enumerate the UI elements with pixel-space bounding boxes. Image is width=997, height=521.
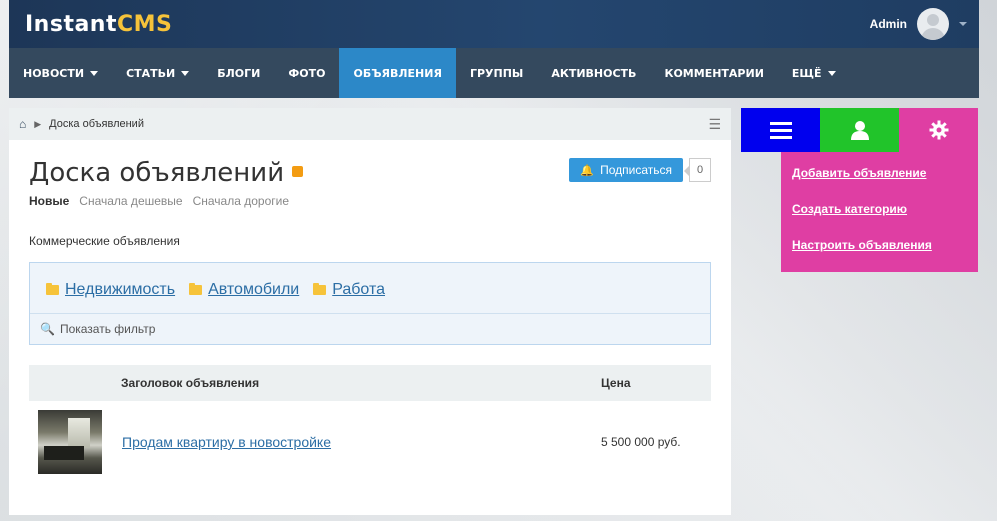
sort-expensive-first[interactable]: Сначала дорогие: [193, 194, 289, 208]
ad-price: 5 500 000 руб.: [601, 435, 681, 449]
nav-item-label: КОММЕНТАРИИ: [664, 66, 764, 80]
nav-item-label: СТАТЬИ: [126, 66, 176, 80]
create-category-link[interactable]: Создать категорию: [781, 196, 978, 232]
breadcrumb-current: Доска объявлений: [49, 118, 144, 130]
user-menu[interactable]: Admin: [870, 8, 967, 40]
sort-cheap-first[interactable]: Сначала дешевые: [79, 194, 182, 208]
categories-box: Недвижимость Автомобили Работа 🔍 Показат…: [29, 262, 711, 345]
page-title: Доска объявлений: [29, 158, 304, 188]
chevron-down-icon: [959, 22, 967, 26]
folder-icon: [313, 283, 327, 295]
nav-item-ads[interactable]: ОБЪЯВЛЕНИЯ: [339, 48, 456, 98]
nav-item-comments[interactable]: КОММЕНТАРИИ: [650, 48, 777, 98]
chevron-down-icon: [90, 70, 99, 76]
show-filter-button[interactable]: 🔍 Показать фильтр: [30, 313, 710, 344]
nav-item-photo[interactable]: ФОТО: [274, 48, 339, 98]
category-label: Автомобили: [208, 281, 300, 298]
logo-text: Instant: [25, 11, 117, 37]
user-name: Admin: [869, 17, 907, 31]
chevron-down-icon: [181, 70, 190, 76]
nav-item-label: ФОТО: [288, 66, 326, 80]
category-label: Работа: [332, 281, 386, 298]
category-real-estate[interactable]: Недвижимость: [46, 281, 175, 299]
logo-text-cms: CMS: [116, 11, 173, 37]
top-bar: InstantCMS Admin: [9, 0, 979, 48]
nav-item-label: АКТИВНОСТЬ: [551, 66, 637, 80]
menu-icon[interactable]: ☰: [708, 116, 721, 133]
nav-item-label: НОВОСТИ: [23, 66, 85, 80]
add-ad-link[interactable]: Добавить объявление: [781, 160, 978, 196]
settings-menu: Добавить объявление Создать категорию На…: [781, 152, 978, 272]
sort-new[interactable]: Новые: [29, 194, 69, 208]
ad-thumbnail[interactable]: [38, 410, 102, 474]
title-row: Доска объявлений 🔔 Подписаться 0: [9, 140, 731, 188]
rss-icon[interactable]: [292, 166, 304, 177]
subscribe-button[interactable]: 🔔 Подписаться: [569, 158, 683, 182]
tab-settings[interactable]: [899, 108, 978, 152]
bell-icon: 🔔: [580, 164, 595, 177]
folder-icon: [46, 283, 59, 295]
hamburger-icon: [769, 121, 792, 139]
breadcrumb: ⌂ ▶ Доска объявлений ☰: [9, 108, 731, 140]
nav-item-more[interactable]: ЕЩЁ: [778, 48, 850, 98]
nav-item-activity[interactable]: АКТИВНОСТЬ: [537, 48, 650, 98]
category-jobs[interactable]: Работа: [313, 281, 385, 299]
tab-menu[interactable]: [741, 108, 820, 152]
site-logo[interactable]: InstantCMS: [25, 12, 172, 37]
site-header: InstantCMS Admin НОВОСТИ СТАТЬИ БЛОГИ ФО…: [9, 0, 979, 98]
categories-list: Недвижимость Автомобили Работа: [30, 263, 710, 313]
chevron-right-icon: ▶: [34, 118, 42, 129]
nav-item-groups[interactable]: ГРУППЫ: [456, 48, 537, 98]
section-label: Коммерческие объявления: [29, 234, 180, 248]
ad-title-link[interactable]: Продам квартиру в новостройке: [102, 434, 601, 450]
nav-item-articles[interactable]: СТАТЬИ: [112, 48, 203, 98]
user-icon: [850, 121, 869, 140]
show-filter-label: Показать фильтр: [59, 322, 156, 336]
nav-item-label: ГРУППЫ: [469, 66, 524, 80]
main-content: ⌂ ▶ Доска объявлений ☰ Доска объявлений …: [9, 108, 731, 515]
search-icon: 🔍: [40, 322, 55, 336]
tab-user[interactable]: [820, 108, 899, 152]
sidebar: Добавить объявление Создать категорию На…: [741, 108, 978, 272]
ads-table: Заголовок объявления Цена Продам квартир…: [29, 365, 711, 483]
subscribe-group: 🔔 Подписаться 0: [569, 158, 711, 182]
subscribe-label: Подписаться: [600, 163, 672, 177]
nav-item-label: ЕЩЁ: [791, 66, 822, 80]
sidebar-tabs: [741, 108, 978, 152]
subscribers-count: 0: [684, 158, 711, 182]
category-label: Недвижимость: [65, 281, 176, 298]
folder-icon: [189, 283, 203, 295]
gear-icon: [929, 120, 948, 140]
table-row: Продам квартиру в новостройке 5 500 000 …: [29, 401, 711, 483]
page-title-text: Доска объявлений: [29, 158, 285, 188]
category-cars[interactable]: Автомобили: [189, 281, 299, 299]
home-icon[interactable]: ⌂: [19, 117, 26, 131]
nav-item-label: БЛОГИ: [217, 66, 261, 80]
chevron-down-icon: [827, 70, 836, 76]
table-header: Заголовок объявления Цена: [29, 365, 711, 401]
column-header-title: Заголовок объявления: [121, 376, 260, 390]
nav-item-label: ОБЪЯВЛЕНИЯ: [353, 66, 442, 80]
nav-item-blogs[interactable]: БЛОГИ: [203, 48, 274, 98]
main-nav: НОВОСТИ СТАТЬИ БЛОГИ ФОТО ОБЪЯВЛЕНИЯ ГРУ…: [9, 48, 979, 98]
avatar[interactable]: [917, 8, 949, 40]
configure-ads-link[interactable]: Настроить объявления: [781, 232, 978, 268]
sort-options: Новые Сначала дешевые Сначала дорогие: [9, 188, 731, 208]
column-header-price: Цена: [601, 376, 631, 390]
nav-item-news[interactable]: НОВОСТИ: [9, 48, 112, 98]
